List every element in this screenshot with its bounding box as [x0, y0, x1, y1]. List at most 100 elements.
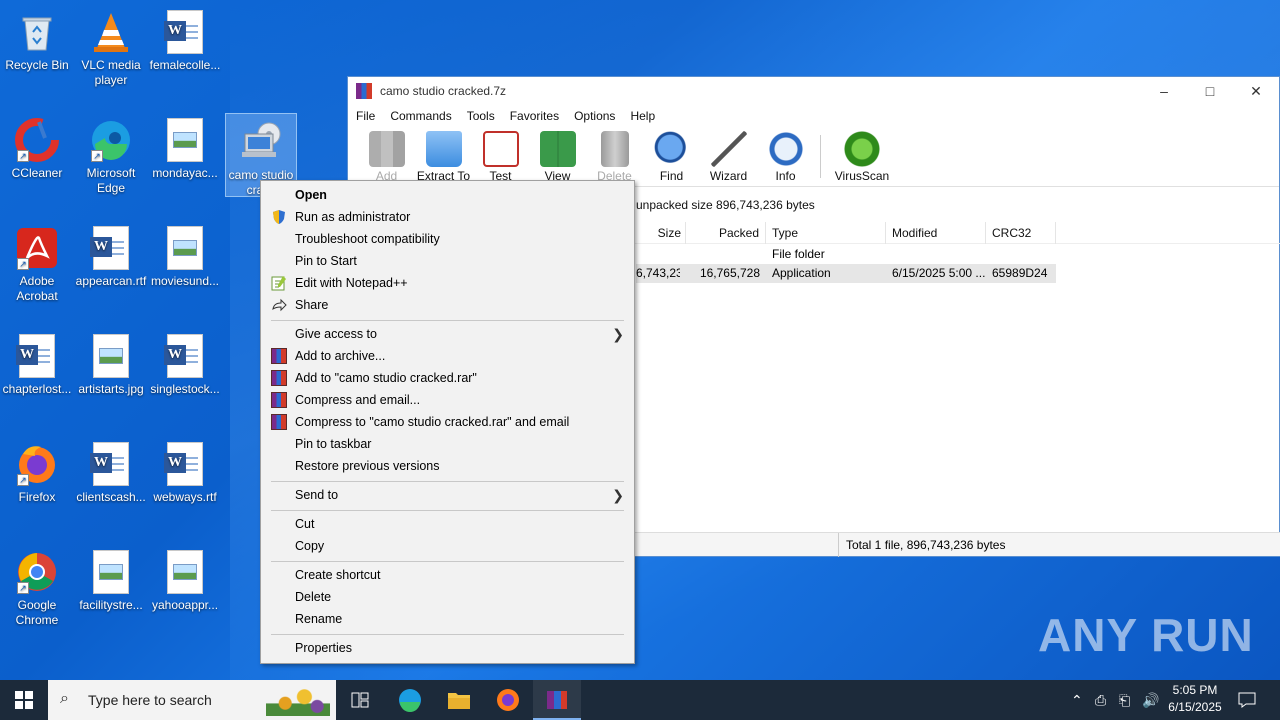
menu-item-pin-to-start[interactable]: Pin to Start [261, 250, 634, 272]
desktop-icon-vlc[interactable]: VLC media player [75, 4, 147, 88]
menu-item-add-to-rar[interactable]: Add to "camo studio cracked.rar" [261, 367, 634, 389]
add-archive-icon [368, 131, 405, 167]
task-view-button[interactable] [336, 680, 384, 720]
menu-item-create-shortcut[interactable]: Create shortcut [261, 564, 634, 586]
menu-item-share[interactable]: Share [261, 294, 634, 316]
search-placeholder: Type here to search [88, 692, 212, 708]
maximize-button[interactable]: □ [1187, 77, 1233, 105]
menu-file[interactable]: File [356, 109, 375, 123]
desktop-icon-webways[interactable]: W webways.rtf [149, 436, 221, 505]
desktop-icon-appearcan[interactable]: W appearcan.rtf [75, 220, 147, 289]
desktop-icon-acrobat[interactable]: ↗ Adobe Acrobat [1, 220, 73, 304]
taskbar-winrar[interactable] [533, 680, 581, 720]
table-row[interactable]: 6,743,236 16,765,728 Application 6/15/20… [636, 264, 1056, 283]
desktop-icon-chapterlost[interactable]: W chapterlost... [1, 328, 73, 397]
column-packed[interactable]: Packed [686, 222, 766, 244]
winrar-icon [271, 370, 287, 386]
menu-commands[interactable]: Commands [390, 109, 451, 123]
desktop-icon-moviesund[interactable]: moviesund... [149, 220, 221, 289]
menu-item-label: Pin to taskbar [295, 437, 372, 451]
cell-type: Application [772, 266, 831, 280]
menu-item-properties[interactable]: Properties [261, 637, 634, 659]
menu-item-add-to-archive[interactable]: Add to archive... [261, 345, 634, 367]
desktop-icon-label: Recycle Bin [5, 58, 69, 72]
menu-item-cut[interactable]: Cut [261, 513, 634, 535]
minimize-button[interactable]: – [1141, 77, 1187, 105]
desktop-icon-edge[interactable]: ↗ Microsoft Edge [75, 112, 147, 196]
menu-item-give-access[interactable]: Give access to ❯ [261, 323, 634, 345]
taskbar-clock[interactable]: 5:05 PM 6/15/2025 [1160, 682, 1230, 716]
tray-device-icon[interactable]: ⎙ [1095, 680, 1106, 720]
desktop-icon-mondayac[interactable]: mondayac... [149, 112, 221, 181]
image-file-icon [167, 550, 203, 594]
windows-logo-icon [15, 691, 33, 709]
menu-tools[interactable]: Tools [467, 109, 495, 123]
image-file-icon [93, 334, 129, 378]
menu-item-compress-rar-email[interactable]: Compress to "camo studio cracked.rar" an… [261, 411, 634, 433]
desktop-icon-singlestock[interactable]: W singlestock... [149, 328, 221, 397]
desktop-icon-firefox[interactable]: ↗ Firefox [1, 436, 73, 505]
toolbar-add-button[interactable]: Add [358, 127, 415, 186]
chevron-up-icon: ⌃ [1071, 692, 1083, 708]
volume-icon[interactable]: 🔊 [1142, 680, 1159, 720]
chrome-icon: ↗ [15, 550, 59, 594]
menu-item-open[interactable]: Open [261, 184, 634, 206]
menu-item-edit-notepadpp[interactable]: Edit with Notepad++ [261, 272, 634, 294]
column-type[interactable]: Type [766, 222, 886, 244]
context-menu: Open Run as administrator Troubleshoot c… [260, 180, 635, 664]
desktop-icon-ccleaner[interactable]: ↗ CCleaner [1, 112, 73, 181]
desktop-icon-femalecolle[interactable]: W femalecolle... [149, 4, 221, 73]
desktop-icon-label: artistarts.jpg [78, 382, 144, 396]
close-button[interactable]: ✕ [1233, 77, 1279, 105]
desktop-icon-yahooappr[interactable]: yahooappr... [149, 544, 221, 613]
menu-favorites[interactable]: Favorites [510, 109, 559, 123]
menu-options[interactable]: Options [574, 109, 615, 123]
menu-item-restore-versions[interactable]: Restore previous versions [261, 455, 634, 477]
menu-item-label: Pin to Start [295, 254, 357, 268]
menu-help[interactable]: Help [630, 109, 655, 123]
cell-crc32: 65989D24 [992, 266, 1048, 280]
menu-item-label: Properties [295, 641, 352, 655]
taskbar-search-box[interactable]: ⌕ Type here to search [48, 680, 336, 720]
title-bar[interactable]: camo studio cracked.7z – □ ✕ [348, 77, 1279, 105]
notifications-button[interactable] [1238, 680, 1258, 720]
desktop-icon-clientscash[interactable]: W clientscash... [75, 436, 147, 505]
taskbar-edge[interactable] [386, 680, 434, 720]
menu-item-rename[interactable]: Rename [261, 608, 634, 630]
toolbar-view-button[interactable]: View [529, 127, 586, 186]
toolbar-extract-to-button[interactable]: Extract To [415, 127, 472, 186]
menu-item-send-to[interactable]: Send to ❯ [261, 484, 634, 506]
menu-item-label: Send to [295, 488, 339, 502]
menu-item-delete[interactable]: Delete [261, 586, 634, 608]
chevron-right-icon: ❯ [612, 326, 624, 342]
start-button[interactable] [0, 680, 48, 720]
desktop-icon-artistarts[interactable]: artistarts.jpg [75, 328, 147, 397]
toolbar-delete-button[interactable]: Delete [586, 127, 643, 186]
column-crc32[interactable]: CRC32 [986, 222, 1056, 244]
menu-item-pin-to-taskbar[interactable]: Pin to taskbar [261, 433, 634, 455]
toolbar-wizard-button[interactable]: Wizard [700, 127, 757, 186]
toolbar: Add Extract To Test View Delete Find Wiz… [348, 127, 1279, 187]
menu-item-run-as-admin[interactable]: Run as administrator [261, 206, 634, 228]
toolbar-info-button[interactable]: Info [757, 127, 814, 186]
toolbar-virusscan-button[interactable]: VirusScan [827, 127, 897, 186]
menu-item-copy[interactable]: Copy [261, 535, 634, 557]
image-file-icon [167, 118, 203, 162]
desktop-icon-recycle-bin[interactable]: Recycle Bin [1, 4, 73, 73]
taskbar-file-explorer[interactable] [435, 680, 483, 720]
taskbar-firefox[interactable] [484, 680, 532, 720]
column-modified[interactable]: Modified [886, 222, 986, 244]
column-size[interactable]: Size [636, 222, 686, 244]
toolbar-test-button[interactable]: Test [472, 127, 529, 186]
toolbar-find-button[interactable]: Find [643, 127, 700, 186]
menu-item-label: Restore previous versions [295, 459, 440, 473]
show-hidden-icons-button[interactable]: ⌃ [1071, 680, 1083, 720]
menu-item-troubleshoot[interactable]: Troubleshoot compatibility [261, 228, 634, 250]
taskbar: ⌕ Type here to search ⌃ ⎙ ⎗ 🔊 5:05 PM 6/… [0, 680, 1280, 720]
notepadpp-icon [271, 275, 287, 291]
address-bar[interactable]: unpacked size 896,743,236 bytes [636, 194, 1280, 216]
desktop-icon-chrome[interactable]: ↗ Google Chrome [1, 544, 73, 628]
desktop-icon-facilitystre[interactable]: facilitystre... [75, 544, 147, 613]
menu-item-compress-email[interactable]: Compress and email... [261, 389, 634, 411]
network-icon[interactable]: ⎗ [1119, 680, 1130, 720]
